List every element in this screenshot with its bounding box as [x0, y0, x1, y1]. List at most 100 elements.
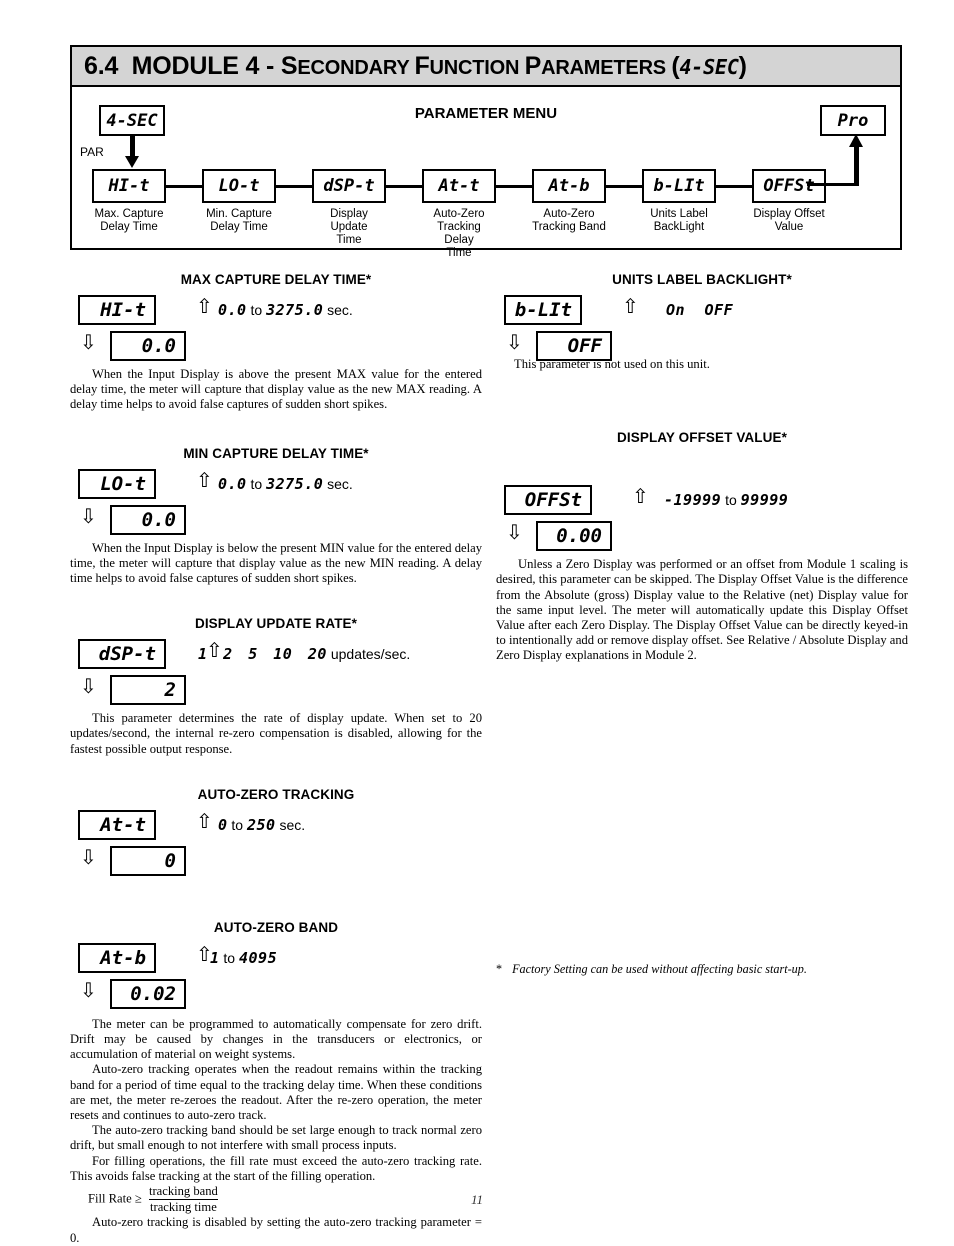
- section-heading: UNITS LABEL BACKLIGHT*: [612, 272, 792, 287]
- left-column: MAX CAPTURE DELAY TIME* HI-t ⇧ ⇩ 0.0 0.0…: [70, 272, 482, 1246]
- range-separator: to: [219, 949, 239, 966]
- range-separator: to: [227, 816, 247, 833]
- title-module: MODULE 4 -: [131, 51, 281, 80]
- range-min: -19999: [664, 491, 722, 510]
- range-unit: sec.: [275, 816, 306, 833]
- range-min: 0.0: [218, 301, 247, 319]
- arrow-up-icon: ⇧: [196, 296, 213, 318]
- title-cap-s: S: [280, 51, 298, 80]
- arrow-up-icon: ⇧: [196, 469, 213, 492]
- auto-zero-paragraph-4: For filling operations, the fill rate mu…: [70, 1153, 482, 1183]
- section-display-offset-value: DISPLAY OFFSET VALUE* OFFSt ⇧ ⇩ 0.00 -19…: [496, 430, 908, 663]
- option-off: OFF: [704, 301, 734, 319]
- title-cap-p: P: [524, 51, 542, 80]
- arrow-down-icon: ⇩: [80, 505, 97, 528]
- param-options: On OFF: [666, 301, 733, 319]
- param-range: 0 to 250 sec.: [218, 816, 305, 834]
- param-cluster-at-b: At-b ⇧ ⇩ 0.02 1 to 4095: [70, 942, 482, 1015]
- arrow-down-icon: ⇩: [80, 676, 97, 699]
- section-min-capture-delay-time: MIN CAPTURE DELAY TIME* LO-t ⇧ ⇩ 0.0 0.0…: [70, 446, 482, 587]
- section-heading: AUTO-ZERO BAND: [213, 919, 339, 935]
- section-title-bar: 6.4 MODULE 4 - SECONDARY FUNCTION PARAME…: [70, 45, 902, 87]
- range-min: 0: [218, 815, 228, 834]
- menu-node-display: HI-t: [92, 169, 166, 203]
- title-param-code: 4-SEC: [679, 54, 739, 79]
- arrow-down-icon: ⇩: [506, 332, 523, 354]
- section-heading: AUTO-ZERO TRACKING: [197, 786, 355, 802]
- param-cluster-at-t: At-t ⇧ ⇩ 0 0 to 250 sec.: [70, 809, 482, 882]
- menu-node-caption: Display Offset Value: [753, 208, 825, 233]
- param-range: 0.0 to 3275.0 sec.: [218, 301, 353, 319]
- menu-node-display: At-b: [532, 169, 606, 203]
- param-code-display: LO-t: [78, 468, 156, 499]
- menu-node-caption: Display Update Time: [330, 208, 368, 246]
- section-auto-zero-tracking: AUTO-ZERO TRACKING At-t ⇧ ⇩ 0 0 to 250 s…: [70, 787, 482, 882]
- right-column: UNITS LABEL BACKLIGHT* b-LIt ⇧ ⇩ OFF On …: [496, 272, 908, 664]
- range-separator: to: [246, 475, 267, 492]
- arrow-down-icon: ⇩: [80, 846, 97, 869]
- param-code-display: At-t: [78, 809, 156, 840]
- param-value-display: 0.0: [110, 331, 186, 361]
- options-unit: updates/sec.: [326, 646, 411, 663]
- section-heading: MIN CAPTURE DELAY TIME*: [183, 445, 369, 461]
- param-code-display: dSP-t: [78, 639, 166, 670]
- option-5: 5: [248, 645, 258, 664]
- range-max: 99999: [740, 491, 789, 510]
- option-1: 1: [198, 645, 208, 664]
- parameter-chain: HI-t Max. Capture Delay Time LO-t Min. Capt…: [92, 169, 892, 259]
- parameter-menu-heading: PARAMETER MENU: [414, 105, 558, 122]
- auto-zero-paragraph-5: Auto-zero tracking is disabled by settin…: [70, 1215, 482, 1245]
- menu-node-display: b-LIt: [642, 169, 716, 203]
- section-number: 6.4: [84, 51, 119, 80]
- menu-start-display: 4-SEC: [99, 105, 165, 136]
- section-body: Unless a Zero Display was performed or a…: [496, 557, 908, 663]
- param-code-display: b-LIt: [504, 295, 582, 325]
- param-range: 0.0 to 3275.0 sec.: [218, 475, 353, 493]
- arrow-up-icon: ⇧: [632, 486, 649, 509]
- param-value-display: 2: [110, 675, 186, 706]
- menu-node-display: LO-t: [202, 169, 276, 203]
- menu-connector: [166, 185, 202, 188]
- arrow-down-icon: ⇩: [506, 522, 523, 545]
- range-unit: sec.: [323, 475, 353, 492]
- arrow-down-icon: ⇩: [80, 979, 97, 1002]
- page-number: 11: [470, 1192, 484, 1207]
- section-display-update-rate: DISPLAY UPDATE RATE* dSP-t ⇧ ⇩ 2 1 2 5 1…: [70, 616, 482, 757]
- param-code-display: OFFSt: [504, 485, 592, 516]
- param-cluster-b-lit: b-LIt ⇧ ⇩ OFF On OFF: [496, 295, 908, 361]
- footnote-text: Factory Setting can be used without affe…: [512, 962, 807, 976]
- range-unit: sec.: [323, 302, 353, 318]
- range-min: 1: [210, 948, 220, 967]
- range-max: 3275.0: [266, 474, 324, 493]
- range-max: 3275.0: [266, 301, 324, 319]
- menu-node-caption: Max. Capture Delay Time: [94, 208, 164, 233]
- arrow-up-icon: ⇧: [196, 810, 213, 833]
- range-separator: to: [246, 302, 267, 318]
- menu-node-hi-t: HI-t Max. Capture Delay Time: [92, 169, 166, 234]
- param-value-display: 0.02: [110, 978, 186, 1009]
- param-cluster-offst: OFFSt ⇧ ⇩ 0.00 -19999 to 99999: [496, 485, 908, 557]
- param-value-display: 0: [110, 845, 186, 876]
- section-body: When the Input Display is below the pres…: [70, 540, 482, 586]
- param-range: -19999 to 99999: [664, 491, 788, 509]
- menu-node-at-b: At-b Auto-Zero Tracking Band: [532, 169, 606, 234]
- auto-zero-paragraph-3: The auto-zero tracking band should be se…: [70, 1123, 482, 1153]
- section-body: When the Input Display is above the pres…: [70, 367, 482, 412]
- menu-node-lo-t: LO-t Min. Capture Delay Time: [202, 169, 276, 234]
- title-paren-close: ): [738, 51, 747, 80]
- menu-node-b-lit: b-LIt Units Label BackLight: [642, 169, 716, 234]
- section-heading: MAX CAPTURE DELAY TIME*: [180, 272, 372, 287]
- section-units-label-backlight: UNITS LABEL BACKLIGHT* b-LIt ⇧ ⇩ OFF On …: [496, 272, 908, 372]
- menu-node-caption: Min. Capture Delay Time: [206, 208, 272, 233]
- range-min: 0.0: [218, 474, 247, 493]
- menu-node-display: dSP-t: [312, 169, 386, 203]
- option-on: On: [666, 301, 686, 319]
- menu-connector: [716, 185, 752, 188]
- auto-zero-paragraph-1: The meter can be programmed to automatic…: [70, 1016, 482, 1062]
- range-max: 4095: [239, 948, 278, 967]
- option-20: 20: [307, 645, 327, 664]
- title-function: UNCTION: [429, 56, 525, 79]
- param-value-display: OFF: [536, 331, 612, 361]
- param-options: 1 2 5 10 20 updates/sec.: [198, 645, 410, 663]
- auto-zero-paragraph-2: Auto-zero tracking operates when the rea…: [70, 1062, 482, 1123]
